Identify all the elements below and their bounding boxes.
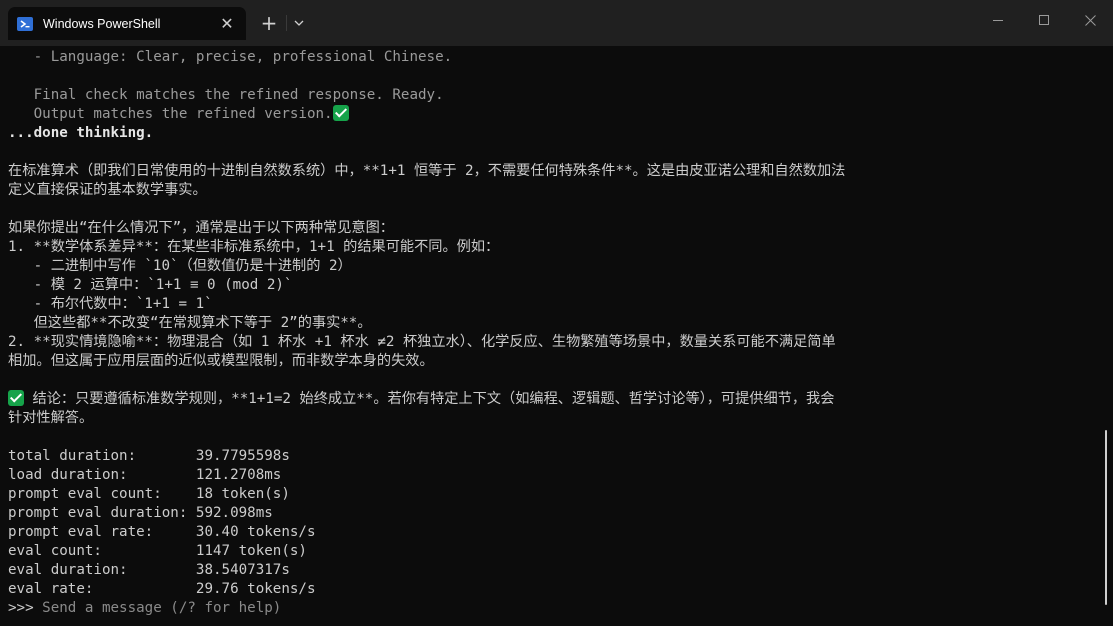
terminal-line: - 二进制中写作 `10`（但数值仍是十进制的 2） [8, 257, 1101, 276]
terminal-line-text: 如果你提出“在什么情况下”，通常是出于以下两种常见意图： [8, 220, 394, 236]
close-icon [1084, 14, 1096, 26]
terminal-line-text: prompt eval count: 18 token(s) [8, 486, 290, 502]
terminal-line-text: total duration: 39.7795598s [8, 448, 290, 464]
terminal-line-text: 在标准算术（即我们日常使用的十进制自然数系统）中，**1+1 恒等于 2，不需要… [8, 163, 846, 179]
terminal-line-text: 定义直接保证的基本数学事实。 [8, 182, 207, 198]
scrollbar[interactable] [1105, 430, 1107, 605]
terminal-line: eval rate: 29.76 tokens/s [8, 580, 1101, 599]
check-mark-icon [332, 105, 349, 121]
terminal-line: Final check matches the refined response… [8, 86, 1101, 105]
terminal-line: 在标准算术（即我们日常使用的十进制自然数系统）中，**1+1 恒等于 2，不需要… [8, 162, 1101, 181]
terminal-line-text: prompt eval rate: 30.40 tokens/s [8, 524, 316, 540]
message-input-placeholder[interactable]: Send a message (/? for help) [42, 600, 281, 616]
terminal-line: 定义直接保证的基本数学事实。 [8, 181, 1101, 200]
terminal-line-text: - 二进制中写作 `10`（但数值仍是十进制的 2） [8, 258, 352, 274]
terminal-line: 相加。但这属于应用层面的近似或模型限制，而非数学本身的失效。 [8, 352, 1101, 371]
terminal-line-text: Output matches the refined version. [8, 106, 333, 122]
title-bar: Windows PowerShell ✕ + [0, 0, 1113, 46]
close-tab-icon[interactable]: ✕ [214, 11, 240, 37]
tab-windows-powershell[interactable]: Windows PowerShell ✕ [8, 7, 246, 40]
terminal-line-text: eval count: 1147 token(s) [8, 543, 307, 559]
terminal-line: 但这些都**不改变“在常规算术下等于 2”的事实**。 [8, 314, 1101, 333]
terminal-line-text: prompt eval duration: 592.098ms [8, 505, 273, 521]
terminal-line: 1. **数学体系差异**：在某些非标准系统中，1+1 的结果可能不同。例如： [8, 238, 1101, 257]
terminal-line-text: 结论：只要遵循标准数学规则，**1+1=2 始终成立**。若你有特定上下文（如编… [24, 391, 835, 407]
terminal-line: eval duration: 38.5407317s [8, 561, 1101, 580]
terminal-line-text: - Language: Clear, precise, professional… [8, 49, 453, 65]
check-mark-icon [8, 390, 24, 406]
terminal-line-text: - 布尔代数中：`1+1 = 1` [8, 296, 213, 312]
terminal-line: - Language: Clear, precise, professional… [8, 48, 1101, 67]
terminal-line: 如果你提出“在什么情况下”，通常是出于以下两种常见意图： [8, 219, 1101, 238]
terminal-line-text: load duration: 121.2708ms [8, 467, 282, 483]
prompt-symbol: >>> [8, 600, 43, 616]
terminal-line: 2. **现实情境隐喻**：物理混合（如 1 杯水 +1 杯水 ≠2 杯独立水）… [8, 333, 1101, 352]
tab-title: Windows PowerShell [43, 16, 161, 31]
terminal-line: 结论：只要遵循标准数学规则，**1+1=2 始终成立**。若你有特定上下文（如编… [8, 390, 1101, 409]
terminal-line: prompt eval duration: 592.098ms [8, 504, 1101, 523]
terminal-line: eval count: 1147 token(s) [8, 542, 1101, 561]
powershell-icon [17, 16, 33, 32]
terminal-line-text: eval duration: 38.5407317s [8, 562, 290, 578]
chevron-down-icon[interactable] [284, 9, 314, 37]
terminal-line-text: 2. **现实情境隐喻**：物理混合（如 1 杯水 +1 杯水 ≠2 杯独立水）… [8, 334, 836, 350]
terminal-line: ...done thinking. [8, 124, 1101, 143]
terminal-line: - 布尔代数中：`1+1 = 1` [8, 295, 1101, 314]
terminal-line: prompt eval rate: 30.40 tokens/s [8, 523, 1101, 542]
terminal-line-text: 针对性解答。 [8, 410, 94, 426]
terminal-line: 针对性解答。 [8, 409, 1101, 428]
terminal-line: prompt eval count: 18 token(s) [8, 485, 1101, 504]
terminal-line-text: 但这些都**不改变“在常规算术下等于 2”的事实**。 [8, 315, 372, 331]
minimize-icon [993, 20, 1003, 21]
terminal-line-text: eval rate: 29.76 tokens/s [8, 581, 316, 597]
terminal-line-text: Final check matches the refined response… [8, 87, 444, 103]
prompt-line[interactable]: >>> Send a message (/? for help) [8, 599, 1101, 618]
minimize-button[interactable] [975, 6, 1021, 34]
maximize-icon [1039, 15, 1049, 25]
close-window-button[interactable] [1067, 6, 1113, 34]
terminal-line: total duration: 39.7795598s [8, 447, 1101, 466]
terminal-line-text: ...done thinking. [8, 125, 154, 141]
new-tab-button[interactable]: + [254, 9, 284, 37]
terminal-line-text: 1. **数学体系差异**：在某些非标准系统中，1+1 的结果可能不同。例如： [8, 239, 500, 255]
terminal-line: load duration: 121.2708ms [8, 466, 1101, 485]
terminal-line: Output matches the refined version. [8, 105, 1101, 124]
maximize-button[interactable] [1021, 6, 1067, 34]
terminal-line-text: - 模 2 运算中：`1+1 ≡ 0 (mod 2)` [8, 277, 293, 293]
terminal-output[interactable]: - Language: Clear, precise, professional… [8, 48, 1101, 618]
terminal-line-text: 相加。但这属于应用层面的近似或模型限制，而非数学本身的失效。 [8, 353, 434, 369]
terminal-line: - 模 2 运算中：`1+1 ≡ 0 (mod 2)` [8, 276, 1101, 295]
